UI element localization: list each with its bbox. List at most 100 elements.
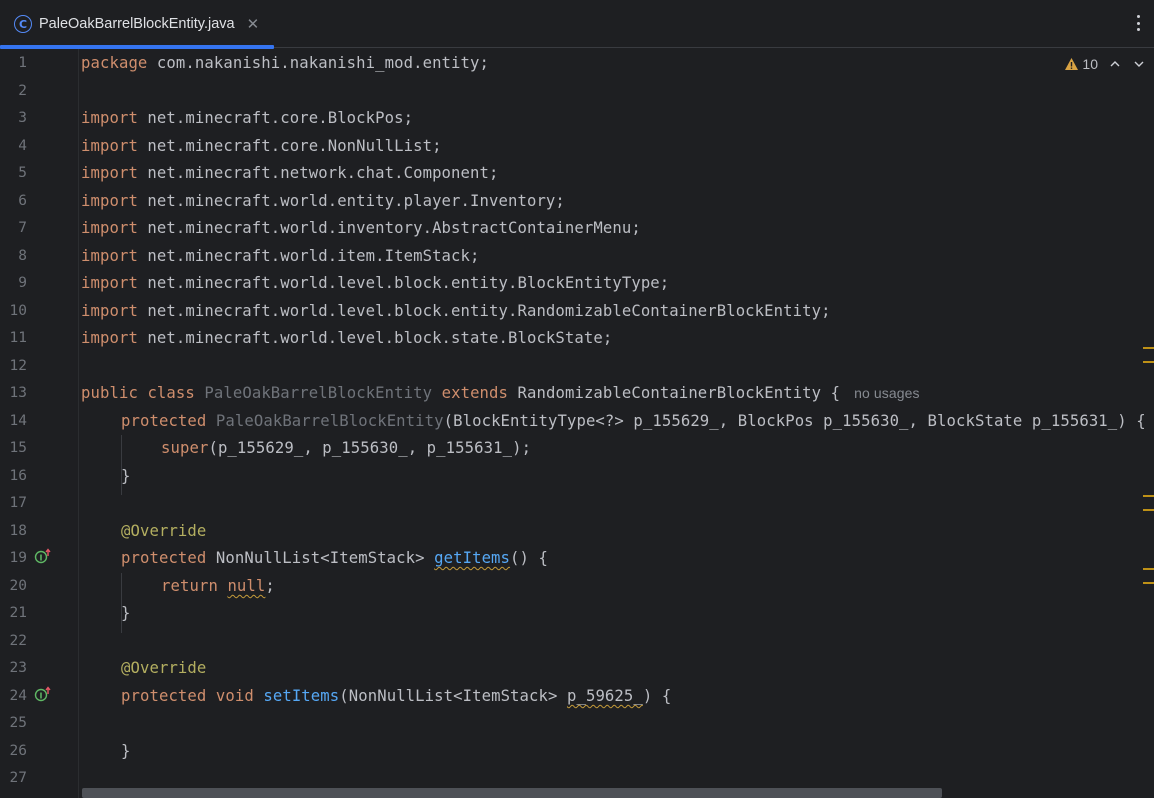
keyword: import xyxy=(81,302,138,320)
java-class-icon: C xyxy=(14,15,32,33)
code-line[interactable]: import net.minecraft.world.entity.player… xyxy=(81,192,565,210)
implements-method-icon[interactable]: I xyxy=(34,548,52,564)
line-number[interactable]: 23 xyxy=(0,660,27,676)
line-number[interactable]: 9 xyxy=(0,275,27,291)
method-signature: ) { xyxy=(642,687,672,705)
method-signature: () { xyxy=(510,549,548,567)
code-line[interactable]: protected void setItems(NonNullList<Item… xyxy=(121,687,671,705)
line-number[interactable]: 3 xyxy=(0,110,27,126)
tab-title: PaleOakBarrelBlockEntity.java xyxy=(39,16,235,32)
scroll-marker[interactable] xyxy=(1143,568,1154,570)
code-line[interactable]: } xyxy=(121,467,131,485)
line-number[interactable]: 14 xyxy=(0,413,27,429)
class-name: PaleOakBarrelBlockEntity xyxy=(204,384,433,402)
keyword: import xyxy=(81,109,138,127)
line-number[interactable]: 15 xyxy=(0,440,27,456)
file-tab[interactable]: C PaleOakBarrelBlockEntity.java ✕ xyxy=(0,0,274,49)
warnings-counter[interactable]: 10 xyxy=(1064,56,1098,72)
brace: } xyxy=(121,604,131,622)
code-line[interactable]: package com.nakanishi.nakanishi_mod.enti… xyxy=(81,54,489,72)
keyword: package xyxy=(81,54,148,72)
code-line[interactable]: protected NonNullList<ItemStack> getItem… xyxy=(121,549,548,567)
line-number[interactable]: 12 xyxy=(0,358,27,374)
import-path: net.minecraft.core.NonNullList; xyxy=(137,137,442,155)
line-number[interactable]: 11 xyxy=(0,330,27,346)
line-number[interactable]: 2 xyxy=(0,83,27,99)
line-number[interactable]: 25 xyxy=(0,715,27,731)
usages-hint[interactable]: no usages xyxy=(854,385,920,401)
code-line[interactable]: protected PaleOakBarrelBlockEntity(Block… xyxy=(121,412,1146,430)
indent-guide xyxy=(121,573,122,633)
implements-method-icon[interactable]: I xyxy=(34,686,52,702)
import-path: net.minecraft.core.BlockPos; xyxy=(137,109,414,127)
line-number[interactable]: 21 xyxy=(0,605,27,621)
line-number[interactable]: 1 xyxy=(0,55,27,71)
line-number[interactable]: 19 xyxy=(0,550,27,566)
code-line[interactable]: import net.minecraft.world.level.block.e… xyxy=(81,302,831,320)
code-line[interactable]: import net.minecraft.network.chat.Compon… xyxy=(81,164,499,182)
scroll-marker[interactable] xyxy=(1143,347,1154,349)
import-path: net.minecraft.world.inventory.AbstractCo… xyxy=(137,219,641,237)
next-highlight-icon[interactable] xyxy=(1132,57,1146,71)
code-line[interactable]: import net.minecraft.core.NonNullList; xyxy=(81,137,442,155)
warning-icon xyxy=(1065,58,1079,70)
code-line[interactable]: @Override xyxy=(121,522,206,540)
line-number[interactable]: 7 xyxy=(0,220,27,236)
editor-tab-bar: C PaleOakBarrelBlockEntity.java ✕ xyxy=(0,0,1154,49)
code-line[interactable]: } xyxy=(121,742,131,760)
line-number[interactable]: 26 xyxy=(0,743,27,759)
method-name[interactable]: setItems xyxy=(263,687,339,705)
code-line[interactable]: import net.minecraft.world.inventory.Abs… xyxy=(81,219,641,237)
return-type: NonNullList<ItemStack> xyxy=(206,549,435,567)
line-number[interactable]: 6 xyxy=(0,193,27,209)
code-line[interactable]: import net.minecraft.world.level.block.s… xyxy=(81,329,612,347)
import-path: net.minecraft.world.level.block.entity.B… xyxy=(137,274,670,292)
keyword: protected xyxy=(121,549,207,567)
horizontal-scrollbar[interactable] xyxy=(82,788,942,798)
param-name[interactable]: p_59625_ xyxy=(567,687,643,705)
brace: { xyxy=(821,384,841,402)
keyword: void xyxy=(215,687,254,705)
scroll-marker[interactable] xyxy=(1143,361,1154,363)
line-number[interactable]: 27 xyxy=(0,770,27,786)
line-number[interactable]: 16 xyxy=(0,468,27,484)
import-path: net.minecraft.world.item.ItemStack; xyxy=(137,247,480,265)
line-number[interactable]: 20 xyxy=(0,578,27,594)
line-number[interactable]: 8 xyxy=(0,248,27,264)
scroll-marker[interactable] xyxy=(1143,582,1154,584)
code-line[interactable]: import net.minecraft.core.BlockPos; xyxy=(81,109,413,127)
line-number[interactable]: 10 xyxy=(0,303,27,319)
keyword: import xyxy=(81,274,138,292)
keyword: public xyxy=(81,384,138,402)
code-line[interactable]: } xyxy=(121,604,131,622)
brace: } xyxy=(121,742,131,760)
code-line[interactable]: super(p_155629_, p_155630_, p_155631_); xyxy=(161,439,531,457)
keyword: protected xyxy=(121,412,207,430)
code-editor[interactable]: package com.nakanishi.nakanishi_mod.enti… xyxy=(80,49,1154,798)
line-number[interactable]: 18 xyxy=(0,523,27,539)
line-number[interactable]: 5 xyxy=(0,165,27,181)
line-number[interactable]: 4 xyxy=(0,138,27,154)
line-number[interactable]: 22 xyxy=(0,633,27,649)
annotation: @Override xyxy=(121,522,207,540)
code-line[interactable]: import net.minecraft.world.level.block.e… xyxy=(81,274,669,292)
line-number[interactable]: 24 xyxy=(0,688,27,704)
line-number-gutter[interactable]: I I 1 2 3 4 5 6 7 8 9 10 11 12 13 14 15 16 17 18 19 20 21 22 2… xyxy=(0,49,79,798)
code-line[interactable]: public class PaleOakBarrelBlockEntity ex… xyxy=(81,384,920,402)
code-line[interactable]: return null; xyxy=(161,577,275,595)
line-number[interactable]: 17 xyxy=(0,495,27,511)
method-name[interactable]: getItems xyxy=(434,549,510,567)
scroll-marker[interactable] xyxy=(1143,509,1154,511)
warnings-count: 10 xyxy=(1082,56,1098,72)
method-params: (NonNullList<ItemStack> xyxy=(339,687,567,705)
keyword: extends xyxy=(441,384,509,402)
more-options-icon[interactable] xyxy=(1132,13,1144,33)
previous-highlight-icon[interactable] xyxy=(1108,57,1122,71)
code-line[interactable]: @Override xyxy=(121,659,206,677)
semicolon: ; xyxy=(265,577,275,595)
scroll-marker[interactable] xyxy=(1143,495,1154,497)
line-number[interactable]: 13 xyxy=(0,385,27,401)
null-literal[interactable]: null xyxy=(227,577,265,595)
code-line[interactable]: import net.minecraft.world.item.ItemStac… xyxy=(81,247,480,265)
close-icon[interactable]: ✕ xyxy=(247,15,260,33)
